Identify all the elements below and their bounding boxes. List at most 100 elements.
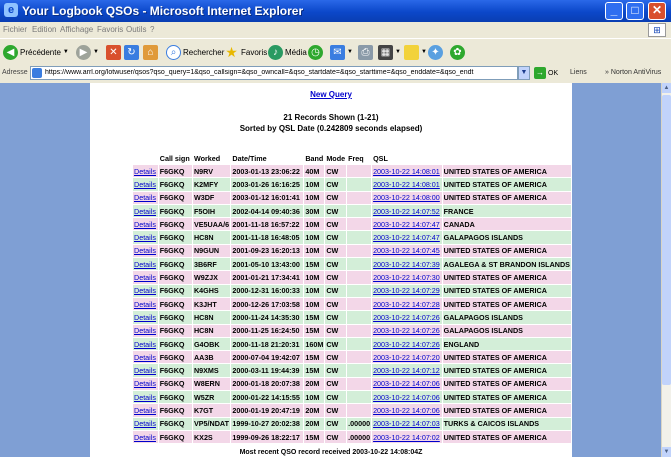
worked-cell: 3B6RF	[191, 257, 232, 272]
refresh-button[interactable]: ↻	[124, 43, 139, 61]
country-cell: FRANCE	[441, 203, 573, 219]
freq-cell	[346, 363, 373, 378]
note-icon	[404, 44, 419, 60]
menu-affichage[interactable]: Affichage	[60, 25, 93, 34]
menu-favoris[interactable]: Favoris	[97, 25, 123, 34]
details-link[interactable]: Details	[132, 310, 159, 325]
print-button[interactable]: ⎙	[358, 43, 373, 61]
details-link[interactable]: Details	[132, 230, 159, 245]
qsl-date-link[interactable]: 2003-10-22 14:08:01	[371, 177, 443, 192]
details-link[interactable]: Details	[132, 336, 159, 352]
page-viewport: New Query 21 Records Shown (1-21) Sorted…	[0, 83, 661, 457]
details-link[interactable]: Details	[132, 177, 159, 192]
forward-button[interactable]: ▶ ▼	[76, 43, 99, 61]
details-link[interactable]: Details	[132, 323, 159, 338]
qsl-date-link[interactable]: 2003-10-22 14:07:06	[371, 403, 443, 418]
norton-antivirus-button[interactable]: » Norton AntiVirus	[605, 69, 661, 76]
header-qsl: QSL	[371, 152, 443, 165]
qsl-date-link[interactable]: 2003-10-22 14:08:01	[371, 163, 443, 179]
details-link[interactable]: Details	[132, 376, 159, 392]
qsl-date-link[interactable]: 2003-10-22 14:07:39	[371, 257, 443, 272]
menu-outils[interactable]: Outils	[126, 25, 146, 34]
country-cell: UNITED STATES OF AMERICA	[441, 350, 573, 365]
header-details	[132, 152, 159, 165]
details-link[interactable]: Details	[132, 217, 159, 232]
menu-edition[interactable]: Edition	[32, 25, 56, 34]
scroll-down-arrow-icon[interactable]: ▼	[662, 447, 671, 457]
mail-button[interactable]: ✉ ▼	[330, 43, 353, 61]
band-cell: 10M	[303, 270, 326, 285]
favorites-button[interactable]: ★ Favoris	[224, 43, 267, 61]
qsl-date-link[interactable]: 2003-10-22 14:07:20	[371, 350, 443, 365]
qsl-date-link[interactable]: 2003-10-22 14:07:29	[371, 283, 443, 298]
qsl-date-link[interactable]: 2003-10-22 14:07:26	[371, 323, 443, 338]
home-button[interactable]: ⌂	[143, 43, 158, 61]
edit-button[interactable]: ▦ ▼	[378, 43, 401, 61]
mode-cell: CW	[324, 390, 348, 405]
worked-cell: N9RV	[191, 163, 232, 179]
address-dropdown-button[interactable]: ▼	[518, 66, 530, 80]
messenger-button[interactable]: ✦	[428, 43, 443, 61]
qsl-date-link[interactable]: 2003-10-22 14:07:28	[371, 296, 443, 312]
qsl-date-link[interactable]: 2003-10-22 14:07:12	[371, 363, 443, 378]
qsl-date-link[interactable]: 2003-10-22 14:07:47	[371, 217, 443, 232]
band-cell: 15M	[303, 323, 326, 338]
mode-cell: CW	[324, 376, 348, 392]
close-button[interactable]: ✕	[648, 2, 666, 20]
qsl-date-link[interactable]: 2003-10-22 14:07:26	[371, 336, 443, 352]
details-link[interactable]: Details	[132, 163, 159, 179]
minimize-button[interactable]: _	[605, 2, 623, 20]
qsl-date-link[interactable]: 2003-10-22 14:07:26	[371, 310, 443, 325]
maximize-button[interactable]: □	[626, 2, 644, 20]
qsl-date-link[interactable]: 2003-10-22 14:07:30	[371, 270, 443, 285]
stop-button[interactable]: ✕	[106, 43, 121, 61]
table-row: Details F6GKQ N9GUN 2001-09-23 16:20:13 10M C…	[132, 243, 573, 259]
vertical-scrollbar[interactable]: ▲ ▼	[661, 83, 671, 457]
band-cell: 15M	[303, 429, 326, 445]
qsl-date-link[interactable]: 2003-10-22 14:07:03	[371, 416, 443, 431]
details-link[interactable]: Details	[132, 296, 159, 312]
search-button[interactable]: ⌕ Rechercher	[166, 43, 224, 61]
history-button[interactable]: ◷	[308, 43, 323, 61]
mode-cell: CW	[324, 296, 348, 312]
details-link[interactable]: Details	[132, 429, 159, 445]
mode-cell: CW	[324, 270, 348, 285]
details-link[interactable]: Details	[132, 283, 159, 298]
details-link[interactable]: Details	[132, 270, 159, 285]
address-field[interactable]: https://www.arrl.org/lotwuser/qsos?qso_q…	[30, 66, 518, 80]
qsl-date-link[interactable]: 2003-10-22 14:07:06	[371, 390, 443, 405]
qsl-date-link[interactable]: 2003-10-22 14:07:06	[371, 376, 443, 392]
details-link[interactable]: Details	[132, 350, 159, 365]
discuss-button[interactable]: ▼	[404, 43, 427, 61]
research-button[interactable]: ✿	[450, 43, 465, 61]
details-link[interactable]: Details	[132, 363, 159, 378]
call-sign-cell: F6GKQ	[157, 230, 193, 245]
band-cell: 10M	[303, 283, 326, 298]
details-link[interactable]: Details	[132, 243, 159, 259]
datetime-cell: 2000-03-11 19:44:39	[230, 363, 305, 378]
qsl-date-link[interactable]: 2003-10-22 14:07:52	[371, 203, 443, 219]
media-button[interactable]: ♪ Média	[268, 43, 307, 61]
scrollbar-thumb[interactable]	[662, 95, 671, 385]
details-link[interactable]: Details	[132, 416, 159, 431]
details-link[interactable]: Details	[132, 190, 159, 205]
new-query-link[interactable]: New Query	[90, 90, 572, 99]
qsl-date-link[interactable]: 2003-10-22 14:07:47	[371, 230, 443, 245]
qsl-date-link[interactable]: 2003-10-22 14:07:45	[371, 243, 443, 259]
freq-cell: .00000	[346, 429, 373, 445]
menu-help[interactable]: ?	[150, 25, 154, 34]
go-button[interactable]: → OK	[534, 67, 558, 79]
details-link[interactable]: Details	[132, 203, 159, 219]
qsl-date-link[interactable]: 2003-10-22 14:08:00	[371, 190, 443, 205]
address-url[interactable]: https://www.arrl.org/lotwuser/qsos?qso_q…	[45, 69, 505, 76]
scroll-up-arrow-icon[interactable]: ▲	[662, 83, 671, 93]
worked-cell: F5OIH	[191, 203, 232, 219]
qsl-date-link[interactable]: 2003-10-22 14:07:02	[371, 429, 443, 445]
call-sign-cell: F6GKQ	[157, 403, 193, 418]
details-link[interactable]: Details	[132, 390, 159, 405]
details-link[interactable]: Details	[132, 257, 159, 272]
links-button[interactable]: Liens	[570, 69, 587, 76]
details-link[interactable]: Details	[132, 403, 159, 418]
menu-fichier[interactable]: Fichier	[3, 25, 27, 34]
back-button[interactable]: ◀ Précédente ▼	[3, 43, 69, 61]
